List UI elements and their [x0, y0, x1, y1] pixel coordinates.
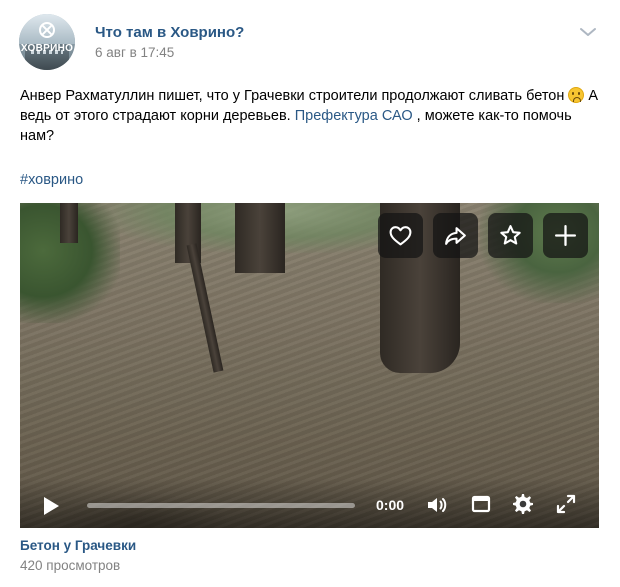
- like-video-button[interactable]: [378, 213, 423, 258]
- video-time: 0:00: [376, 497, 405, 513]
- post-date-link[interactable]: 6 авг в 17:45: [95, 45, 174, 60]
- miniplayer-icon[interactable]: [471, 494, 491, 514]
- plus-icon: [554, 224, 577, 247]
- sad-face-emoji-icon: [568, 87, 585, 103]
- video-controls-bar: 0:00: [20, 478, 599, 528]
- post-text: Анвер Рахматуллин пишет, что у Грачевки …: [20, 86, 600, 146]
- add-video-button[interactable]: [543, 213, 588, 258]
- share-icon: [445, 227, 466, 245]
- post-text-part1: Анвер Рахматуллин пишет, что у Грачевки …: [20, 88, 569, 104]
- mention-link[interactable]: Префектура САО: [295, 108, 413, 124]
- volume-icon[interactable]: [425, 493, 449, 517]
- settings-gear-icon[interactable]: [511, 492, 535, 516]
- star-icon: [500, 225, 521, 245]
- video-title-link[interactable]: Бетон у Грачевки: [20, 538, 136, 553]
- group-avatar[interactable]: ХОВРИНО: [19, 14, 75, 70]
- heart-icon: [389, 226, 412, 246]
- video-tree-trunk: [235, 203, 285, 273]
- group-name-link[interactable]: Что там в Ховрино?: [95, 24, 244, 41]
- fullscreen-icon[interactable]: [555, 493, 577, 515]
- wall-post: ХОВРИНО Что там в Ховрино? 6 авг в 17:45…: [0, 0, 620, 587]
- play-icon[interactable]: [42, 496, 60, 516]
- chevron-down-icon[interactable]: [579, 26, 597, 38]
- avatar-label: ХОВРИНО: [20, 43, 74, 54]
- video-player[interactable]: 0:00: [20, 203, 599, 528]
- favorite-video-button[interactable]: [488, 213, 533, 258]
- hashtag-link[interactable]: #ховрино: [20, 172, 83, 188]
- video-views-count: 420 просмотров: [20, 558, 121, 573]
- video-tree-trunk: [60, 203, 78, 243]
- share-video-button[interactable]: [433, 213, 478, 258]
- video-progress-bar[interactable]: [87, 503, 355, 508]
- avatar-logo-icon: [39, 22, 55, 38]
